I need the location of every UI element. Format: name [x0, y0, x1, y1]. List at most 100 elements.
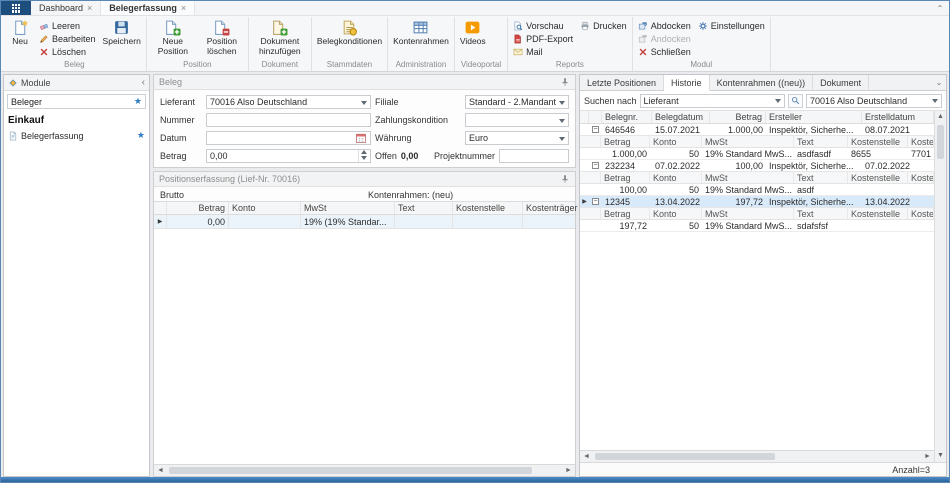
detail-col-mwst[interactable]: MwSt: [702, 172, 794, 183]
schliessen-button[interactable]: Schließen: [635, 45, 694, 58]
history-row[interactable]: − 232234 07.02.2022 100,00 Inspektör, Si…: [580, 160, 934, 172]
cell-belegnr[interactable]: 232234: [602, 160, 652, 171]
tab-overflow-caret-icon[interactable]: ⌄: [932, 75, 946, 90]
cell-belegnr[interactable]: 12345: [602, 196, 652, 207]
bearbeiten-button[interactable]: Bearbeiten: [36, 32, 99, 45]
cell-konto[interactable]: [229, 215, 301, 228]
vorschau-button[interactable]: Vorschau: [510, 19, 576, 32]
detail-col-betrag[interactable]: Betrag: [601, 208, 650, 219]
scrollbar-thumb[interactable]: [169, 467, 532, 474]
videos-button[interactable]: Videos: [457, 17, 489, 48]
spinner-buttons[interactable]: [358, 150, 367, 162]
detail-col-konto[interactable]: Konto: [650, 136, 702, 147]
detail-col-kostenstelle[interactable]: Kostenstelle: [848, 136, 908, 147]
search-button[interactable]: [788, 94, 803, 108]
detail-col-text[interactable]: Text: [794, 208, 848, 219]
filiale-select[interactable]: Standard - 2.Mandant: [465, 95, 569, 109]
detail-cell-mwst[interactable]: 19% Standard MwS...: [702, 148, 794, 159]
col-belegdatum[interactable]: Belegdatum: [652, 111, 710, 123]
scrollbar-track[interactable]: [167, 465, 562, 476]
cell-kostenstelle[interactable]: [453, 215, 523, 228]
tab-dashboard[interactable]: Dashboard ×: [31, 1, 101, 15]
detail-col-betrag[interactable]: Betrag: [601, 136, 650, 147]
cell-kostentraeger[interactable]: [523, 215, 587, 228]
detail-cell-kostentraeger[interactable]: [908, 220, 934, 231]
horizontal-scrollbar[interactable]: ◄ ►: [154, 464, 575, 476]
detail-col-text[interactable]: Text: [794, 136, 848, 147]
pdf-export-button[interactable]: PDF-Export: [510, 32, 576, 45]
pin-icon[interactable]: [560, 174, 570, 184]
ribbon-collapse-icon[interactable]: ⌃: [931, 1, 949, 15]
cell-erstelldatum[interactable]: 07.02.2022: [862, 160, 934, 171]
cell-ersteller[interactable]: Inspektör, Sicherhe...: [766, 196, 862, 207]
cell-mwst[interactable]: 19% (19% Standar...: [301, 215, 395, 228]
position-row[interactable]: ▶ 0,00 19% (19% Standar...: [154, 215, 575, 229]
waehrung-select[interactable]: Euro: [465, 131, 569, 145]
cell-betrag[interactable]: 197,72: [710, 196, 766, 207]
cell-erstelldatum[interactable]: 13.04.2022: [862, 196, 934, 207]
detail-cell-kostentraeger[interactable]: [908, 184, 934, 195]
zahlungskondition-select[interactable]: [465, 113, 569, 127]
detail-col-kostenstelle[interactable]: Kostenstelle: [848, 172, 908, 183]
cell-betrag[interactable]: 0,00: [167, 215, 229, 228]
vertical-scrollbar[interactable]: ▲ ▼: [934, 111, 946, 462]
detail-cell-mwst[interactable]: 19% Standard MwS...: [702, 184, 794, 195]
belegkonditionen-button[interactable]: Belegkonditionen: [314, 17, 385, 48]
projektnummer-input[interactable]: [499, 149, 569, 163]
cell-ersteller[interactable]: Inspektör, Sicherhe...: [766, 124, 862, 135]
scroll-up-icon[interactable]: ▲: [937, 111, 944, 123]
detail-cell-mwst[interactable]: 19% Standard MwS...: [702, 220, 794, 231]
cell-belegnr[interactable]: 646546: [602, 124, 652, 135]
favorites-filter-star-icon[interactable]: ★: [134, 96, 142, 107]
col-kostentraeger[interactable]: Kostenträger: [523, 202, 587, 214]
detail-col-kostentraeger[interactable]: Kostenträger: [908, 208, 934, 219]
col-betrag[interactable]: Betrag: [167, 202, 229, 214]
search-field-select[interactable]: Lieferant: [640, 94, 785, 108]
detail-row[interactable]: 100,00 50 19% Standard MwS... asdf: [580, 184, 934, 196]
leeren-button[interactable]: Leeren: [36, 19, 99, 32]
detail-col-konto[interactable]: Konto: [650, 172, 702, 183]
cell-text[interactable]: [395, 215, 453, 228]
neu-button[interactable]: Neu: [5, 17, 35, 48]
scroll-right-icon[interactable]: ►: [921, 451, 934, 463]
scroll-right-icon[interactable]: ►: [562, 465, 575, 477]
tab-dokument[interactable]: Dokument: [813, 75, 869, 90]
scrollbar-track[interactable]: [935, 123, 946, 450]
abdocken-button[interactable]: Abdocken: [635, 19, 694, 32]
module-search-input[interactable]: Beleger ★: [7, 94, 146, 109]
history-row[interactable]: − 646546 15.07.2021 1.000,00 Inspektör, …: [580, 124, 934, 136]
nummer-input[interactable]: [206, 113, 371, 127]
detail-col-betrag[interactable]: Betrag: [601, 172, 650, 183]
module-item-belegerfassung[interactable]: Belegerfassung ★: [4, 128, 149, 143]
detail-row[interactable]: 197,72 50 19% Standard MwS... sdafsfsf: [580, 220, 934, 232]
scroll-left-icon[interactable]: ◄: [580, 451, 593, 463]
detail-cell-kostenstelle[interactable]: [848, 220, 908, 231]
speichern-button[interactable]: Speichern: [100, 17, 144, 48]
collapse-row-icon[interactable]: −: [592, 198, 599, 205]
detail-col-mwst[interactable]: MwSt: [702, 136, 794, 147]
detail-col-mwst[interactable]: MwSt: [702, 208, 794, 219]
col-ersteller[interactable]: Ersteller: [766, 111, 862, 123]
collapse-row-icon[interactable]: −: [592, 126, 599, 133]
detail-cell-text[interactable]: asdfasdf: [794, 148, 848, 159]
detail-cell-betrag[interactable]: 100,00: [601, 184, 650, 195]
col-text[interactable]: Text: [395, 202, 453, 214]
pin-icon[interactable]: [560, 77, 570, 87]
detail-cell-betrag[interactable]: 197,72: [601, 220, 650, 231]
collapse-row-icon[interactable]: −: [592, 162, 599, 169]
scroll-down-icon[interactable]: ▼: [937, 450, 944, 462]
scrollbar-thumb[interactable]: [937, 125, 944, 159]
detail-col-kostenstelle[interactable]: Kostenstelle: [848, 208, 908, 219]
detail-col-text[interactable]: Text: [794, 172, 848, 183]
detail-row[interactable]: 1.000,00 50 19% Standard MwS... asdfasdf…: [580, 148, 934, 160]
lieferant-select[interactable]: 70016 Also Deutschland: [206, 95, 371, 109]
detail-cell-betrag[interactable]: 1.000,00: [601, 148, 650, 159]
mail-button[interactable]: Mail: [510, 45, 576, 58]
close-tab-icon[interactable]: ×: [181, 3, 186, 13]
detail-cell-kostentraeger[interactable]: 7701: [908, 148, 934, 159]
horizontal-scrollbar[interactable]: ◄ ►: [580, 450, 934, 462]
tab-letzte-positionen[interactable]: Letzte Positionen: [580, 75, 664, 90]
detail-cell-kostenstelle[interactable]: [848, 184, 908, 195]
neue-position-button[interactable]: Neue Position: [149, 17, 197, 58]
kontenrahmen-button[interactable]: Kontenrahmen: [390, 17, 452, 48]
